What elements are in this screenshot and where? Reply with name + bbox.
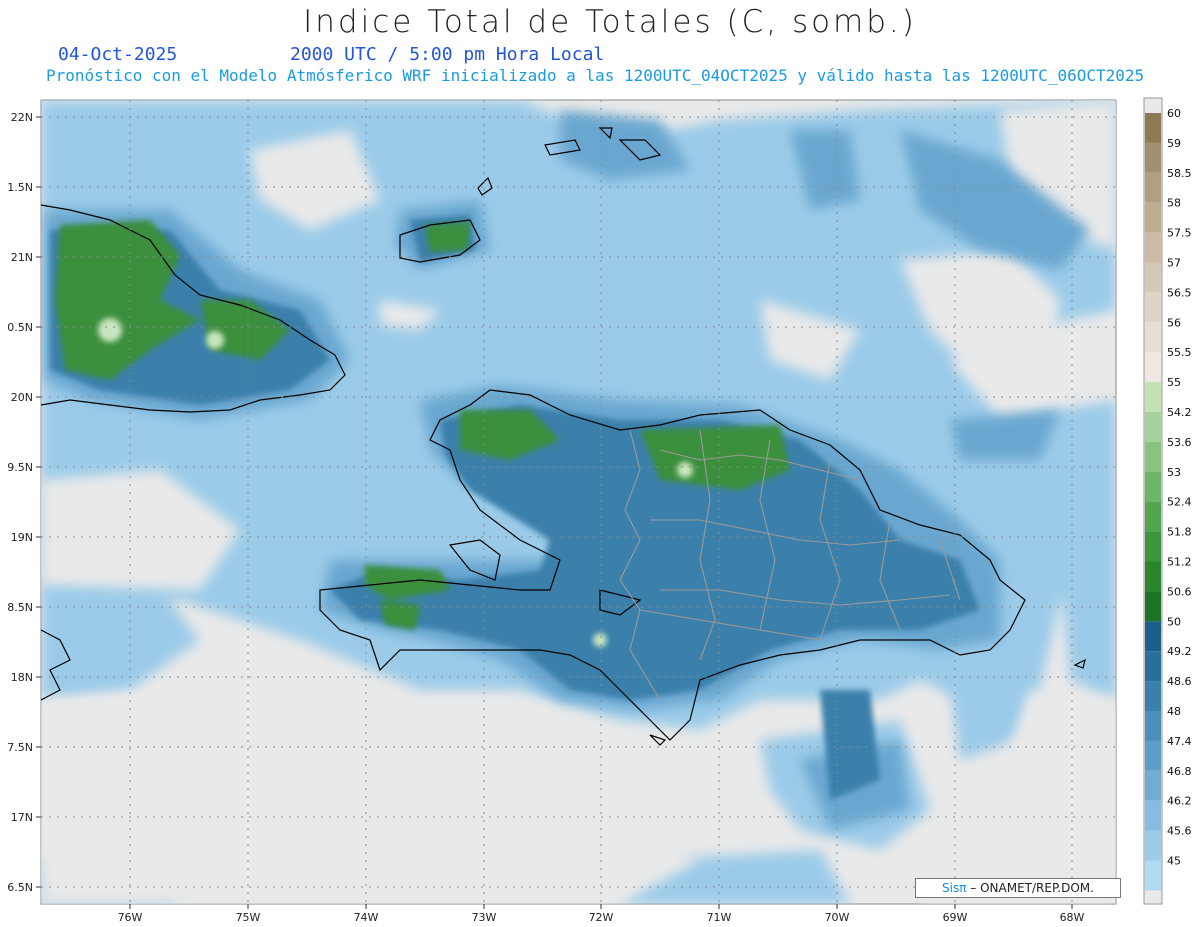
colorbar-swatch	[1145, 770, 1161, 801]
lat-label: 7.5N	[7, 741, 33, 754]
colorbar-label: 46.8	[1167, 765, 1192, 778]
colorbar-label: 48.6	[1167, 675, 1192, 688]
colorbar-label: 49.2	[1167, 645, 1192, 658]
colorbar-label: 58	[1167, 197, 1181, 210]
lon-label: 72W	[589, 911, 614, 924]
colorbar-swatch	[1145, 800, 1161, 831]
model-description: Pronóstico con el Modelo Atmósferico WRF…	[46, 66, 1145, 85]
lat-label: 6.5N	[7, 881, 33, 894]
colorbar-label: 46.2	[1167, 795, 1192, 808]
colorbar-swatch	[1145, 681, 1161, 711]
colorbar-label: 55.5	[1167, 346, 1192, 359]
credit-brand: Sisπ	[942, 881, 967, 895]
lat-label: 1.5N	[7, 181, 33, 194]
colorbar-swatch	[1145, 441, 1161, 472]
colorbar-swatch	[1145, 860, 1161, 891]
colorbar-label: 55	[1167, 376, 1181, 389]
lon-axis: 76W 75W 74W 73W 72W 71W 70W 69W 68W	[118, 904, 1085, 924]
colorbar-swatch	[1145, 172, 1161, 203]
colorbar-swatch	[1145, 651, 1161, 682]
colorbar-swatch	[1145, 382, 1161, 412]
colorbar-label: 53.6	[1167, 436, 1192, 449]
colorbar-label: 56	[1167, 316, 1181, 329]
colorbar-label: 45.6	[1167, 825, 1192, 838]
colorbar-label: 48	[1167, 705, 1181, 718]
colorbar-label: 59	[1167, 137, 1181, 150]
lon-label: 75W	[236, 911, 261, 924]
colorbar-label: 57	[1167, 257, 1181, 270]
lat-label: 19N	[11, 531, 33, 544]
colorbar-label: 53	[1167, 466, 1181, 479]
colorbar: 60 59 58.5 58 57.5 57 56.5 56 55.5 55 54.2 53.6 53 52…	[1143, 97, 1192, 905]
credit-text: – ONAMET/REP.DOM.	[966, 881, 1094, 895]
lon-label: 76W	[118, 911, 143, 924]
lat-label: 21N	[11, 251, 33, 264]
lat-label: 8.5N	[7, 601, 33, 614]
colorbar-label: 58.5	[1167, 167, 1192, 180]
colorbar-swatch	[1145, 292, 1161, 323]
colorbar-swatch	[1145, 501, 1161, 532]
colorbar-swatch	[1145, 471, 1161, 502]
colorbar-label: 56.5	[1167, 286, 1192, 299]
lon-label: 69W	[943, 911, 968, 924]
colorbar-swatch	[1145, 561, 1161, 592]
lon-label: 68W	[1060, 911, 1085, 924]
colorbar-label: 57.5	[1167, 227, 1192, 240]
map-title: Indice Total de Totales (C, somb.)	[303, 4, 917, 40]
lon-label: 70W	[825, 911, 850, 924]
lat-label: 0.5N	[7, 321, 33, 334]
colorbar-swatch	[1145, 142, 1161, 173]
lon-label: 74W	[354, 911, 379, 924]
forecast-time: 2000 UTC / 5:00 pm Hora Local	[290, 44, 605, 65]
colorbar-swatch	[1145, 531, 1161, 562]
forecast-date: 04-Oct-2025	[58, 44, 178, 65]
lat-label: 22N	[11, 111, 33, 124]
colorbar-swatch	[1145, 591, 1161, 622]
colorbar-swatch	[1145, 412, 1161, 442]
colorbar-swatch	[1145, 621, 1161, 652]
colorbar-label: 50	[1167, 615, 1181, 628]
colorbar-swatch	[1145, 232, 1161, 263]
lat-label: 20N	[11, 391, 33, 404]
colorbar-label: 50.6	[1167, 585, 1192, 598]
colorbar-label: 45	[1167, 855, 1181, 868]
lat-axis: 22N 1.5N 21N 0.5N 20N 9.5N 19N 8.5N 18N …	[7, 111, 41, 894]
colorbar-swatch	[1145, 262, 1161, 293]
colorbar-label: 47.4	[1167, 735, 1192, 748]
colorbar-label: 51.8	[1167, 526, 1192, 539]
colorbar-swatch	[1145, 830, 1161, 861]
colorbar-swatch	[1145, 740, 1161, 771]
colorbar-label: 54.2	[1167, 406, 1192, 419]
colorbar-label: 51.2	[1167, 556, 1192, 569]
colorbar-swatch	[1145, 352, 1161, 383]
lon-label: 73W	[472, 911, 497, 924]
credit-box: Sisπ – ONAMET/REP.DOM.	[915, 878, 1121, 898]
forecast-map: 22N 1.5N 21N 0.5N 20N 9.5N 19N 8.5N 18N …	[7, 97, 1192, 924]
lat-label: 9.5N	[7, 461, 33, 474]
colorbar-label: 60	[1167, 107, 1181, 120]
lat-label: 18N	[11, 671, 33, 684]
colorbar-label: 52.4	[1167, 496, 1192, 509]
colorbar-swatch	[1145, 322, 1161, 353]
colorbar-swatch	[1145, 113, 1161, 143]
colorbar-swatch	[1145, 202, 1161, 233]
lat-label: 17N	[11, 811, 33, 824]
colorbar-swatch	[1145, 711, 1161, 741]
lon-label: 71W	[707, 911, 732, 924]
